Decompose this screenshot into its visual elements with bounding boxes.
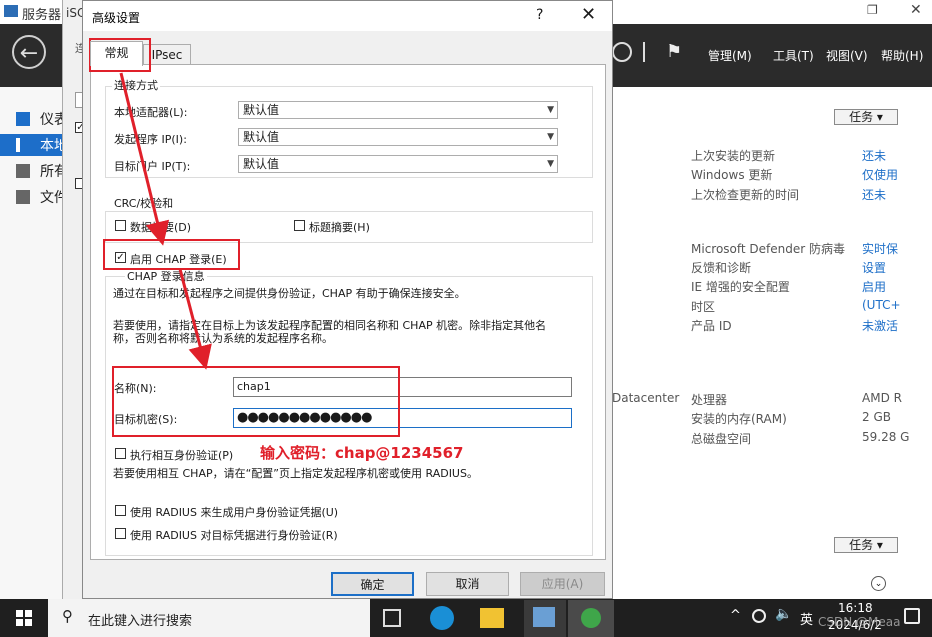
servers-icon: [16, 164, 30, 178]
prop-label: 安装的内存(RAM): [691, 412, 787, 426]
prop-value-link[interactable]: 实时保: [862, 240, 898, 257]
advanced-settings-dialog: 高级设置 ? ✕ 常规 IPsec 连接方式 本地适配器(L): 默认值 ▼ 发起…: [82, 0, 613, 599]
prop-value-link[interactable]: 还未: [862, 147, 886, 164]
server-icon: [16, 138, 20, 152]
iscsi-taskbar-icon[interactable]: [568, 600, 614, 637]
tray-chevron-icon[interactable]: ^: [730, 608, 741, 623]
prop-label: 时区: [691, 300, 716, 314]
clock-time[interactable]: 16:18: [838, 601, 873, 615]
tasks-label: 任务: [849, 110, 874, 124]
menu-help[interactable]: 帮助(H): [881, 47, 923, 64]
search-icon: ⚲: [62, 607, 73, 625]
nav-item-dashboard[interactable]: 仪表: [0, 108, 68, 130]
search-placeholder: 在此键入进行搜索: [88, 614, 193, 629]
prop-label: 上次安装的更新: [691, 149, 776, 163]
annotation-arrow-1: [119, 72, 170, 246]
prop-value-link[interactable]: (UTC+: [862, 298, 901, 312]
tasks-button[interactable]: 任务 ▾: [834, 109, 898, 125]
tasks-button[interactable]: 任务 ▾: [834, 537, 898, 553]
prop-label: 产品 ID: [691, 319, 732, 333]
file-services-icon: [16, 190, 30, 204]
network-icon[interactable]: [752, 609, 766, 623]
menu-tools[interactable]: 工具(T): [773, 47, 814, 64]
flag-icon[interactable]: ⚑: [666, 41, 682, 62]
menu-manage[interactable]: 管理(M): [708, 47, 752, 64]
edition-fragment: Datacenter: [612, 391, 680, 405]
prop-value: 59.28 G: [862, 430, 910, 444]
task-view-icon[interactable]: [383, 609, 401, 627]
nav-item-local-server[interactable]: 本地: [0, 134, 68, 156]
tasks-label: 任务: [849, 538, 874, 552]
menu-view[interactable]: 视图(V): [826, 47, 868, 64]
prop-value-link[interactable]: 未激活: [862, 317, 898, 334]
header-divider: [643, 42, 645, 62]
prop-value-link[interactable]: 仅使用: [862, 166, 898, 183]
annotation-arrow-2: [178, 268, 212, 370]
nav-item-file-services[interactable]: 文件: [0, 186, 68, 208]
prop-value-link[interactable]: 设置: [862, 259, 886, 276]
prop-label: 处理器: [691, 393, 728, 407]
prop-value: 2 GB: [862, 410, 891, 424]
file-explorer-icon[interactable]: [480, 608, 504, 628]
prop-label: Microsoft Defender 防病毒: [691, 242, 846, 256]
volume-icon[interactable]: 🔈: [775, 606, 792, 622]
watermark: CSDN @Meaa: [818, 615, 901, 629]
expand-chevron-icon[interactable]: ⌄: [871, 576, 886, 591]
annotation-arrows: [119, 72, 212, 370]
prop-label: 上次检查更新的时间: [691, 188, 800, 202]
server-manager-icon: [4, 5, 18, 17]
prop-value-link[interactable]: 还未: [862, 186, 886, 203]
server-manager-title: 服务器: [22, 8, 62, 23]
prop-label: 总磁盘空间: [691, 432, 752, 446]
prop-label: Windows 更新: [691, 168, 773, 182]
nav-item-all-servers[interactable]: 所有: [0, 160, 68, 182]
back-button[interactable]: ←: [12, 35, 46, 69]
edge-icon[interactable]: [430, 606, 454, 630]
prop-value: AMD R: [862, 391, 902, 405]
prop-label: 反馈和诊断: [691, 261, 752, 275]
window-close-icon[interactable]: ✕: [910, 2, 922, 18]
prop-value-link[interactable]: 启用: [862, 278, 886, 295]
restore-icon[interactable]: ❐: [867, 3, 878, 17]
notification-icon[interactable]: [904, 608, 920, 624]
dashboard-icon: [16, 112, 30, 126]
tab-general[interactable]: 常规: [90, 41, 143, 66]
ime-indicator[interactable]: 英: [800, 609, 813, 628]
start-windows-icon[interactable]: [16, 610, 32, 626]
prop-label: IE 增强的安全配置: [691, 280, 790, 294]
taskbar-search-box[interactable]: ⚲ 在此键入进行搜索: [48, 599, 370, 637]
server-manager-taskbar-icon[interactable]: [524, 600, 566, 637]
refresh-icon[interactable]: [612, 42, 632, 62]
